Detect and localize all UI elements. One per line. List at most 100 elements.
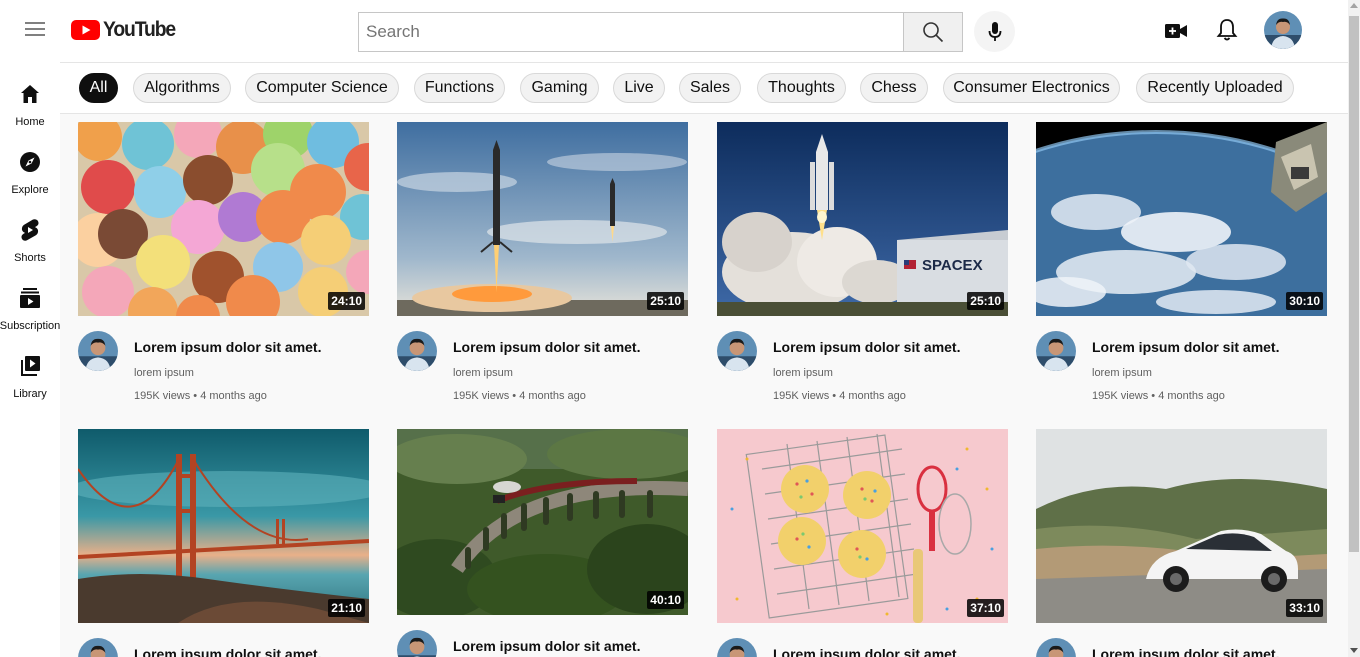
home-icon [18, 82, 42, 106]
thumbnail-white-car-image [1036, 429, 1327, 623]
avatar-image [78, 638, 118, 657]
video-card[interactable]: SPACEX 25:10 Lorem ipsum dolor sit amet.… [717, 122, 1008, 412]
video-card[interactable]: 40:10 Lorem ipsum dolor sit amet. [397, 429, 688, 657]
channel-name[interactable]: lorem ipsum [773, 367, 833, 379]
chip-thoughts[interactable]: Thoughts [757, 73, 846, 103]
channel-name[interactable]: lorem ipsum [453, 367, 513, 379]
video-card[interactable]: 33:10 Lorem ipsum dolor sit amet. [1036, 429, 1327, 657]
video-meta: 195K views • 4 months ago [453, 390, 586, 402]
video-title[interactable]: Lorem ipsum dolor sit amet. [773, 646, 960, 657]
search-input[interactable] [358, 12, 904, 52]
chip-algorithms[interactable]: Algorithms [133, 73, 231, 103]
channel-avatar[interactable] [397, 331, 437, 371]
avatar-image [78, 331, 118, 371]
video-camera-add-icon [1165, 24, 1187, 38]
video-title[interactable]: Lorem ipsum dolor sit amet. [453, 638, 640, 654]
notifications-button[interactable] [1213, 16, 1241, 44]
logo-text: YouTube [103, 18, 176, 41]
chip-chess[interactable]: Chess [860, 73, 928, 103]
hamburger-menu-icon[interactable] [22, 18, 48, 44]
video-thumbnail[interactable]: 30:10 [1036, 122, 1327, 316]
channel-avatar[interactable] [717, 331, 757, 371]
video-title[interactable]: Lorem ipsum dolor sit amet. [1092, 339, 1279, 355]
video-title[interactable]: Lorem ipsum dolor sit amet. [1092, 646, 1279, 657]
library-icon [18, 354, 42, 378]
chip-functions[interactable]: Functions [414, 73, 505, 103]
chip-all[interactable]: All [79, 73, 118, 103]
channel-name[interactable]: lorem ipsum [134, 367, 194, 379]
sidebar-item-label: Home [15, 116, 45, 128]
video-title[interactable]: Lorem ipsum dolor sit amet. [453, 339, 640, 355]
search-button[interactable] [903, 12, 963, 52]
create-video-button[interactable] [1162, 17, 1190, 45]
channel-avatar[interactable] [397, 630, 437, 657]
chip-computer-science[interactable]: Computer Science [245, 73, 399, 103]
thumbnail-earth-from-space-image [1036, 122, 1327, 316]
video-title[interactable]: Lorem ipsum dolor sit amet. [134, 339, 321, 355]
video-thumbnail[interactable]: 37:10 [717, 429, 1008, 623]
page-scrollbar[interactable] [1348, 0, 1360, 657]
chip-bar: All Algorithms Computer Science Function… [60, 62, 1348, 114]
thumbnail-cookies-image [717, 429, 1008, 623]
account-avatar[interactable] [1264, 11, 1302, 49]
masthead: YouTube [0, 0, 1348, 62]
video-thumbnail[interactable]: 33:10 [1036, 429, 1327, 623]
subscriptions-icon [18, 286, 42, 310]
bell-icon [1216, 19, 1238, 41]
scrollbar-thumb[interactable] [1349, 16, 1359, 552]
sidebar-item-label: Explore [11, 184, 49, 196]
microphone-icon [988, 21, 1001, 41]
video-card[interactable]: 30:10 Lorem ipsum dolor sit amet. lorem … [1036, 122, 1327, 412]
shorts-icon [18, 218, 42, 242]
chip-gaming[interactable]: Gaming [520, 73, 599, 103]
video-meta: 195K views • 4 months ago [773, 390, 906, 402]
video-thumbnail[interactable]: 21:10 [78, 429, 369, 623]
sidebar-item-library[interactable]: Library [0, 344, 60, 406]
chip-recently-uploaded[interactable]: Recently Uploaded [1136, 73, 1294, 103]
channel-avatar[interactable] [78, 331, 118, 371]
video-thumbnail[interactable]: 24:10 [78, 122, 369, 316]
thumbnail-golden-gate-bridge-image [78, 429, 369, 623]
channel-avatar[interactable] [78, 638, 118, 657]
video-duration: 25:10 [647, 292, 684, 310]
sidebar-item-subscriptions[interactable]: Subscription [0, 276, 60, 338]
channel-avatar[interactable] [1036, 638, 1076, 657]
sidebar-item-home[interactable]: Home [0, 72, 60, 134]
video-thumbnail[interactable]: SPACEX 25:10 [717, 122, 1008, 316]
thumbnail-macarons-image [78, 122, 369, 316]
scroll-up-arrow-icon[interactable] [1350, 3, 1358, 8]
youtube-logo[interactable]: YouTube [71, 18, 181, 42]
video-thumbnail[interactable]: 40:10 [397, 429, 688, 615]
thumbnail-train-viaduct-image [397, 429, 688, 615]
video-title[interactable]: Lorem ipsum dolor sit amet. [773, 339, 960, 355]
video-title[interactable]: Lorem ipsum dolor sit amet. [134, 646, 321, 657]
chip-consumer-electronics[interactable]: Consumer Electronics [943, 73, 1120, 103]
sidebar-item-explore[interactable]: Explore [0, 140, 60, 202]
chip-sales[interactable]: Sales [679, 73, 741, 103]
channel-name[interactable]: lorem ipsum [1092, 367, 1152, 379]
avatar-image [717, 638, 757, 657]
video-card[interactable]: 24:10 Lorem ipsum dolor sit amet. lorem … [78, 122, 369, 412]
chip-live[interactable]: Live [613, 73, 665, 103]
video-thumbnail[interactable]: 25:10 [397, 122, 688, 316]
video-card[interactable]: 21:10 Lorem ipsum dolor sit amet. [78, 429, 369, 657]
video-card[interactable]: 25:10 Lorem ipsum dolor sit amet. lorem … [397, 122, 688, 412]
video-meta: 195K views • 4 months ago [1092, 390, 1225, 402]
channel-avatar[interactable] [717, 638, 757, 657]
sidebar-item-label: Shorts [14, 252, 46, 264]
sidebar-item-shorts[interactable]: Shorts [0, 208, 60, 270]
channel-avatar[interactable] [1036, 331, 1076, 371]
scroll-down-arrow-icon[interactable] [1350, 648, 1358, 653]
sidebar-item-label: Library [13, 388, 47, 400]
thumbnail-rocket-landing-image [397, 122, 688, 316]
video-card[interactable]: 37:10 Lorem ipsum dolor sit amet. [717, 429, 1008, 657]
video-duration: 40:10 [647, 591, 684, 609]
avatar-image [397, 630, 437, 657]
thumbnail-spacex-launch-image: SPACEX [717, 122, 1008, 316]
avatar-image [397, 331, 437, 371]
voice-search-button[interactable] [974, 11, 1015, 52]
video-duration: 33:10 [1286, 599, 1323, 617]
video-duration: 21:10 [328, 599, 365, 617]
svg-text:SPACEX: SPACEX [922, 257, 983, 274]
avatar-image [1264, 11, 1302, 49]
